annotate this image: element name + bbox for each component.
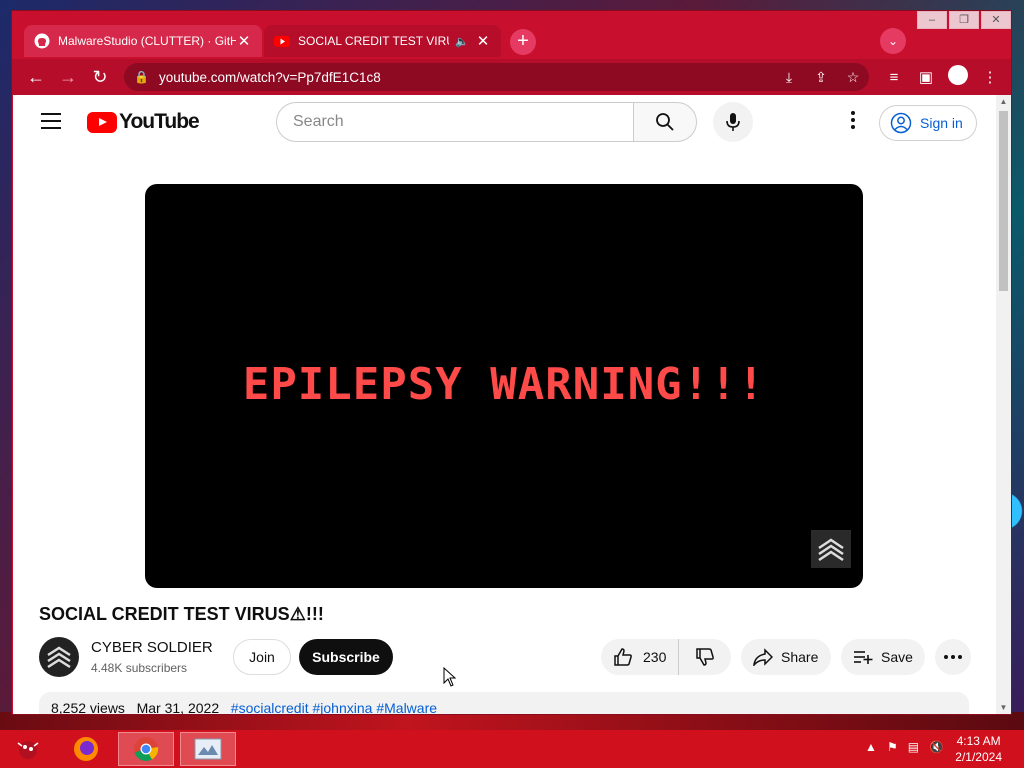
hashtag-link[interactable]: #Malware	[376, 700, 437, 714]
hamburger-menu-icon[interactable]	[41, 113, 61, 129]
dislike-button[interactable]	[679, 639, 731, 675]
minimize-button[interactable]: –	[917, 11, 947, 29]
settings-menu-icon[interactable]	[843, 111, 863, 135]
sign-in-label: Sign in	[920, 115, 963, 131]
share-page-icon[interactable]: ⇪	[805, 69, 837, 86]
page-viewport: YouTube Search Sign in EPILEPSY WARNING!…	[13, 95, 1011, 714]
save-label: Save	[881, 649, 913, 665]
more-horizontal-icon	[944, 655, 962, 659]
chrome-menu-icon[interactable]: ⋮	[974, 68, 1006, 86]
taskbar: ▲ ⚑ ▤ 🔇 4:13 AM 2/1/2024	[0, 730, 1024, 768]
youtube-header: YouTube Search Sign in	[13, 95, 996, 151]
taskbar-clock[interactable]: 4:13 AM 2/1/2024	[955, 733, 1002, 765]
tab-github[interactable]: MalwareStudio (CLUTTER) · GitH ✕	[24, 25, 262, 57]
sign-in-button[interactable]: Sign in	[879, 105, 977, 141]
microphone-icon	[726, 113, 740, 131]
share-label: Share	[781, 649, 819, 665]
back-arrow-icon[interactable]: ←	[24, 65, 48, 89]
side-panel-icon[interactable]: ▣	[910, 68, 942, 86]
scroll-down-arrow-icon[interactable]: ▼	[996, 703, 1011, 712]
tab-close-icon[interactable]: ✕	[475, 32, 491, 50]
system-tray: ▲ ⚑ ▤ 🔇	[865, 740, 944, 754]
reload-icon[interactable]: ↻	[88, 65, 112, 89]
hashtag-link[interactable]: #socialcredit	[231, 700, 309, 714]
like-dislike-group: 230	[601, 639, 731, 675]
chrome-icon[interactable]	[118, 732, 174, 766]
join-button[interactable]: Join	[233, 639, 291, 675]
video-player[interactable]: EPILEPSY WARNING!!!	[145, 184, 863, 588]
subscribe-button[interactable]: Subscribe	[299, 639, 393, 675]
chevron-rank-icon	[47, 646, 71, 669]
tab-youtube[interactable]: SOCIAL CREDIT TEST VIRUS⚠ 🔈 ✕	[264, 25, 501, 57]
toolbar-actions: ≡ ▣ ⋮	[878, 63, 1006, 91]
reading-list-icon[interactable]: ≡	[878, 69, 910, 86]
youtube-play-icon	[87, 111, 117, 133]
volume-muted-icon[interactable]: 🔇	[929, 740, 944, 754]
thumbs-up-icon	[614, 648, 632, 666]
tab-strip: MalwareStudio (CLUTTER) · GitH ✕ SOCIAL …	[12, 11, 1011, 61]
profile-icon[interactable]	[942, 65, 974, 89]
voice-search-button[interactable]	[713, 102, 753, 142]
tray-expand-icon[interactable]: ▲	[865, 740, 877, 754]
hashtag-link[interactable]: #johnxina	[313, 700, 373, 714]
network-icon[interactable]: ▤	[908, 740, 919, 754]
description-box[interactable]: 8,252 views Mar 31, 2022 #socialcredit #…	[39, 692, 969, 714]
scroll-up-arrow-icon[interactable]: ▲	[996, 97, 1011, 106]
subscriber-count: 4.48K subscribers	[91, 661, 188, 675]
video-title: SOCIAL CREDIT TEST VIRUS⚠!!!	[39, 604, 324, 624]
tab-search-button[interactable]: ⌄	[880, 28, 906, 54]
channel-name[interactable]: CYBER SOLDIER	[91, 639, 213, 656]
mouse-cursor-icon	[443, 667, 457, 687]
chevron-down-icon: ⌄	[887, 34, 899, 48]
bookmark-star-icon[interactable]: ☆	[837, 69, 869, 86]
save-button[interactable]: Save	[841, 639, 925, 675]
clock-time: 4:13 AM	[956, 734, 1001, 748]
address-bar[interactable]: 🔒 youtube.com/watch?v=Pp7dfE1C1c8 ⤓ ⇪ ☆	[124, 63, 869, 91]
youtube-wordmark: YouTube	[119, 110, 200, 133]
install-app-icon[interactable]: ⤓	[773, 69, 805, 86]
lock-icon[interactable]: 🔒	[134, 70, 149, 84]
share-button[interactable]: Share	[741, 639, 831, 675]
view-count: 8,252 views	[51, 700, 125, 714]
tab-close-icon[interactable]: ✕	[236, 32, 252, 50]
new-tab-button[interactable]: +	[510, 29, 536, 55]
upload-date: Mar 31, 2022	[136, 700, 220, 714]
bug-icon[interactable]	[0, 732, 56, 766]
tab-title: MalwareStudio (CLUTTER) · GitH	[58, 34, 236, 48]
tab-title: SOCIAL CREDIT TEST VIRUS⚠	[298, 34, 449, 48]
screenshot-tool-icon[interactable]	[180, 732, 236, 766]
url-text[interactable]: youtube.com/watch?v=Pp7dfE1C1c8	[159, 70, 773, 85]
speaker-icon[interactable]: 🔈	[455, 35, 469, 48]
owner-row: CYBER SOLDIER 4.48K subscribers Join Sub…	[39, 637, 971, 677]
scrollbar-thumb[interactable]	[999, 111, 1008, 291]
channel-watermark-icon[interactable]	[811, 530, 851, 568]
close-window-button[interactable]: ✕	[981, 11, 1011, 29]
playlist-add-icon	[854, 651, 873, 664]
search-input[interactable]: Search	[276, 102, 634, 142]
channel-avatar[interactable]	[39, 637, 79, 677]
search-button[interactable]	[633, 102, 697, 142]
like-button[interactable]: 230	[601, 639, 679, 675]
github-icon	[34, 33, 50, 49]
youtube-icon	[274, 36, 290, 47]
youtube-logo[interactable]: YouTube	[87, 110, 200, 134]
flag-icon[interactable]: ⚑	[887, 740, 898, 754]
thumbs-down-icon	[696, 648, 714, 666]
more-actions-button[interactable]	[935, 639, 971, 675]
window-controls: – ❐ ✕	[915, 11, 1011, 29]
search-icon	[656, 113, 674, 131]
browser-window: MalwareStudio (CLUTTER) · GitH ✕ SOCIAL …	[11, 10, 1012, 715]
share-arrow-icon	[753, 648, 773, 666]
page-scrollbar[interactable]: ▲ ▼	[996, 95, 1011, 714]
firefox-icon[interactable]	[58, 732, 114, 766]
account-icon	[890, 112, 912, 134]
browser-toolbar: ← → ↻ 🔒 youtube.com/watch?v=Pp7dfE1C1c8 …	[12, 59, 1011, 95]
video-overlay-text: EPILEPSY WARNING!!!	[242, 359, 766, 410]
like-count: 230	[643, 649, 667, 665]
forward-arrow-icon[interactable]: →	[56, 65, 80, 89]
restore-button[interactable]: ❐	[949, 11, 979, 29]
clock-date: 2/1/2024	[955, 750, 1002, 764]
